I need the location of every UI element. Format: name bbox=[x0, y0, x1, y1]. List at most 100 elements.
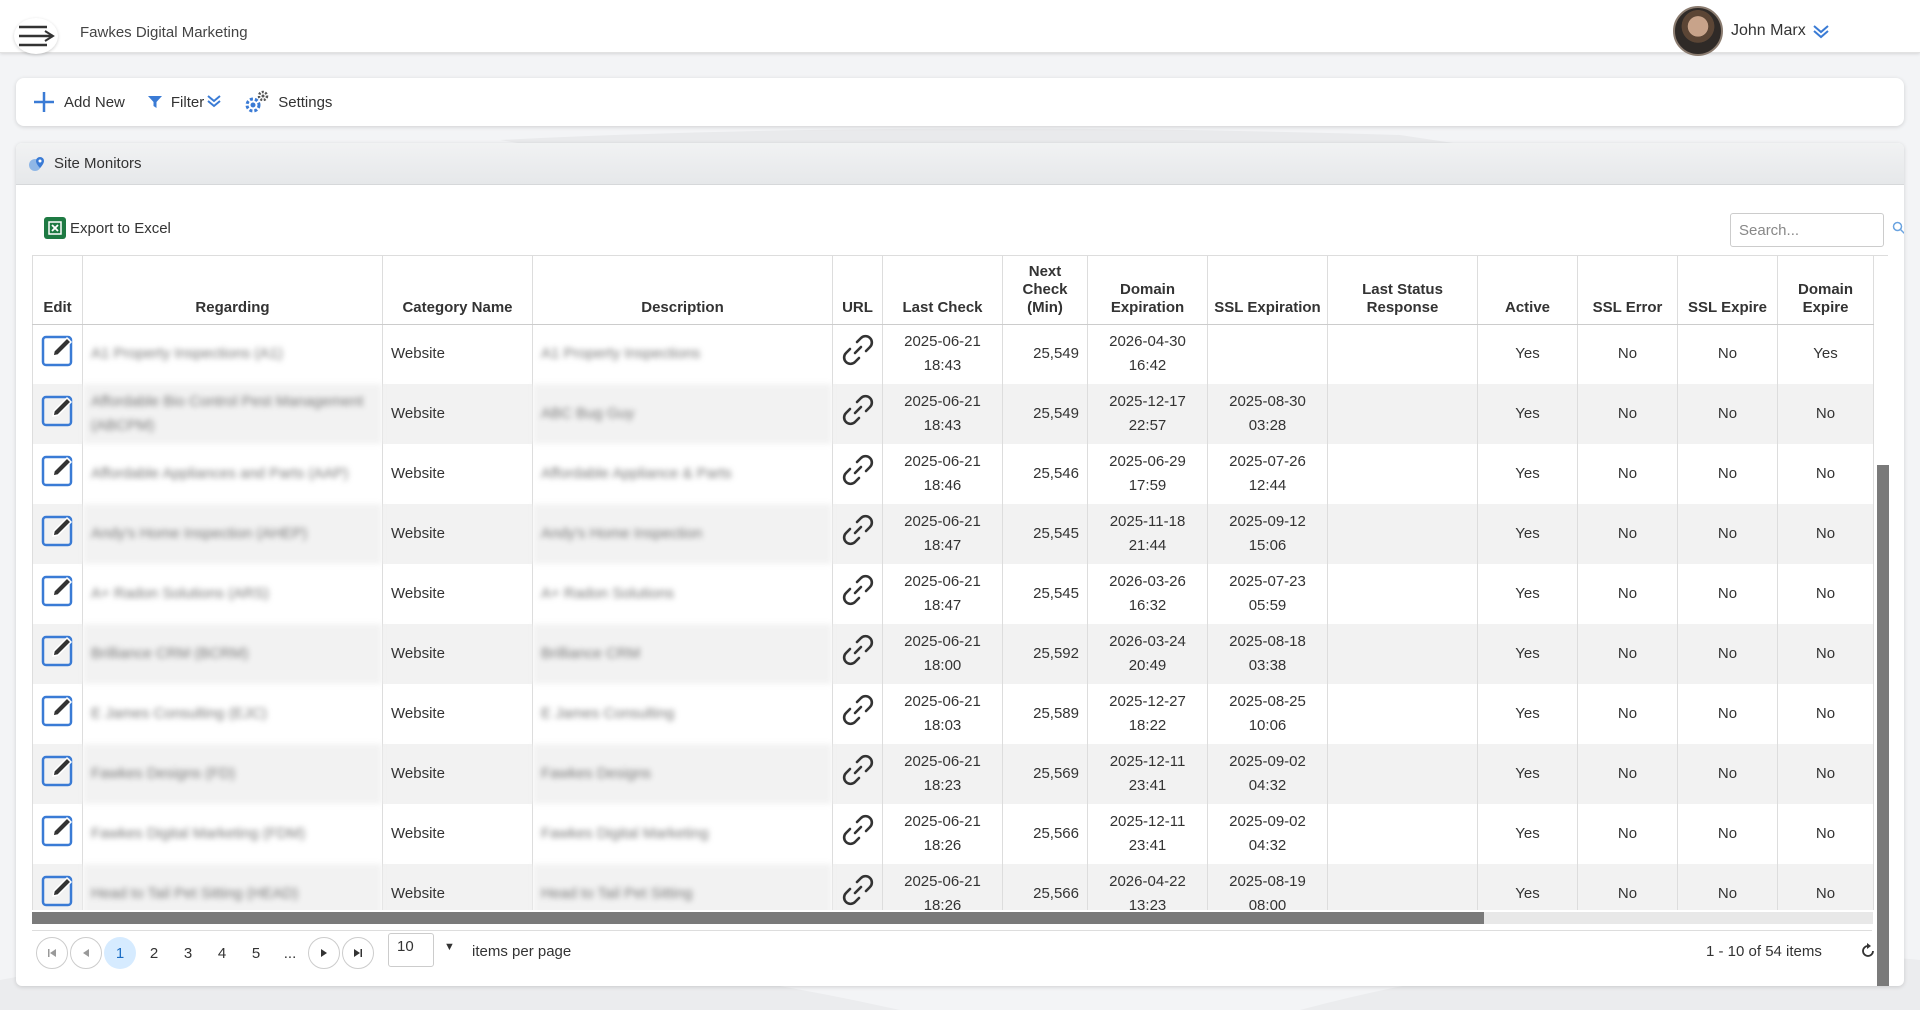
edit-icon[interactable] bbox=[40, 332, 76, 368]
ssl-expire-cell: No bbox=[1677, 504, 1778, 564]
description-cell: E James Consulting bbox=[532, 684, 833, 744]
add-new-button[interactable]: Add New bbox=[32, 90, 125, 114]
domain-expire-cell: No bbox=[1777, 684, 1874, 744]
column-header[interactable]: Last Check bbox=[882, 256, 1003, 325]
link-icon[interactable] bbox=[840, 812, 876, 848]
site-monitors-panel: Site Monitors Export to Excel Search... … bbox=[16, 143, 1904, 986]
regarding-cell: Affordable Bio Control Pest Management (… bbox=[82, 384, 383, 444]
table-row[interactable]: A+ Radon Solutions (ARS) Website A+ Rado… bbox=[32, 564, 1874, 624]
url-cell bbox=[832, 624, 883, 684]
vertical-scrollbar[interactable] bbox=[1877, 465, 1889, 986]
page-number[interactable]: 4 bbox=[206, 937, 238, 969]
edit-icon[interactable] bbox=[40, 512, 76, 548]
table-row[interactable]: Brilliance CRM (BCRM) Website Brilliance… bbox=[32, 624, 1874, 684]
ssl-error-cell: No bbox=[1577, 504, 1678, 564]
active-cell: Yes bbox=[1477, 684, 1578, 744]
page-number[interactable]: 2 bbox=[138, 937, 170, 969]
column-header[interactable]: Edit bbox=[32, 256, 83, 325]
ssl-error-cell: No bbox=[1577, 804, 1678, 864]
description-cell: Affordable Appliance & Parts bbox=[532, 444, 833, 504]
settings-button[interactable]: Settings bbox=[244, 90, 332, 114]
link-icon[interactable] bbox=[840, 512, 876, 548]
edit-icon[interactable] bbox=[40, 812, 76, 848]
table-row[interactable]: Andy's Home Inspection (AHEP) Website An… bbox=[32, 504, 1874, 564]
chevron-down-icon[interactable] bbox=[1812, 24, 1830, 40]
last-page-button[interactable] bbox=[342, 937, 374, 969]
edit-icon[interactable] bbox=[40, 392, 76, 428]
column-header[interactable]: SSL Error bbox=[1577, 256, 1678, 325]
column-header[interactable]: Active bbox=[1477, 256, 1578, 325]
previous-page-button[interactable] bbox=[70, 937, 102, 969]
link-icon[interactable] bbox=[840, 752, 876, 788]
table-row[interactable]: Head to Tail Pet Sitting (HEAD) Website … bbox=[32, 864, 1874, 910]
table-body: A1 Property Inspections (A1) Website A1 … bbox=[32, 324, 1874, 910]
regarding-cell: A1 Property Inspections (A1) bbox=[82, 324, 383, 384]
status-response-cell bbox=[1327, 864, 1478, 910]
link-icon[interactable] bbox=[840, 332, 876, 368]
search-icon[interactable] bbox=[1892, 221, 1904, 235]
last-check-cell: 2025-06-21 18:47 bbox=[882, 504, 1003, 564]
page-number[interactable]: 1 bbox=[104, 937, 136, 969]
filter-button[interactable]: Filter bbox=[147, 94, 222, 111]
edit-icon[interactable] bbox=[40, 572, 76, 608]
column-header[interactable]: Last Status Response bbox=[1327, 256, 1478, 325]
column-header[interactable]: Domain Expire bbox=[1777, 256, 1874, 325]
page-number[interactable]: 3 bbox=[172, 937, 204, 969]
edit-cell bbox=[32, 864, 83, 910]
link-icon[interactable] bbox=[840, 872, 876, 908]
column-header[interactable]: Regarding bbox=[82, 256, 383, 325]
table-row[interactable]: Affordable Bio Control Pest Management (… bbox=[32, 384, 1874, 444]
link-icon[interactable] bbox=[840, 572, 876, 608]
edit-icon[interactable] bbox=[40, 872, 76, 908]
table-row[interactable]: Fawkes Digital Marketing (FDM) Website F… bbox=[32, 804, 1874, 864]
link-icon[interactable] bbox=[840, 452, 876, 488]
first-page-button[interactable] bbox=[36, 937, 68, 969]
table-row[interactable]: E James Consulting (EJC) Website E James… bbox=[32, 684, 1874, 744]
active-cell: Yes bbox=[1477, 564, 1578, 624]
user-name[interactable]: John Marx bbox=[1731, 22, 1806, 40]
column-header[interactable]: SSL Expire bbox=[1677, 256, 1778, 325]
next-check-cell: 25,592 bbox=[1002, 624, 1088, 684]
table-row[interactable]: A1 Property Inspections (A1) Website A1 … bbox=[32, 324, 1874, 384]
search-input[interactable] bbox=[1730, 213, 1884, 247]
next-page-button[interactable] bbox=[308, 937, 340, 969]
regarding-cell: Head to Tail Pet Sitting (HEAD) bbox=[82, 864, 383, 910]
column-header[interactable]: SSL Expiration bbox=[1207, 256, 1328, 325]
ssl-error-cell: No bbox=[1577, 684, 1678, 744]
column-header[interactable]: Category Name bbox=[382, 256, 533, 325]
ssl-expiration-cell: 2025-09-02 04:32 bbox=[1207, 804, 1328, 864]
edit-icon[interactable] bbox=[40, 692, 76, 728]
panel-title: Site Monitors bbox=[54, 155, 142, 172]
edit-cell bbox=[32, 624, 83, 684]
edit-cell bbox=[32, 444, 83, 504]
edit-icon[interactable] bbox=[40, 452, 76, 488]
refresh-icon[interactable] bbox=[1860, 943, 1876, 959]
ssl-expiration-cell: 2025-08-30 03:28 bbox=[1207, 384, 1328, 444]
edit-cell bbox=[32, 804, 83, 864]
user-menu[interactable]: John Marx bbox=[1673, 6, 1830, 56]
menu-button[interactable] bbox=[14, 18, 58, 54]
link-icon[interactable] bbox=[840, 632, 876, 668]
link-icon[interactable] bbox=[840, 392, 876, 428]
page-ellipsis[interactable]: ... bbox=[274, 937, 306, 969]
column-header[interactable]: URL bbox=[832, 256, 883, 325]
horizontal-scrollbar[interactable] bbox=[32, 912, 1484, 924]
column-header[interactable]: Domain Expiration bbox=[1087, 256, 1208, 325]
column-header[interactable]: Description bbox=[532, 256, 833, 325]
avatar[interactable] bbox=[1673, 6, 1723, 56]
ssl-error-cell: No bbox=[1577, 444, 1678, 504]
table-row[interactable]: Fawkes Designs (FD) Website Fawkes Desig… bbox=[32, 744, 1874, 804]
export-excel-button[interactable]: Export to Excel bbox=[44, 217, 171, 239]
status-response-cell bbox=[1327, 624, 1478, 684]
edit-icon[interactable] bbox=[40, 632, 76, 668]
column-header[interactable]: Next Check (Min) bbox=[1002, 256, 1088, 325]
table-row[interactable]: Affordable Appliances and Parts (AAP) We… bbox=[32, 444, 1874, 504]
page-number[interactable]: 5 bbox=[240, 937, 272, 969]
per-page-select[interactable]: 10 bbox=[388, 933, 434, 967]
link-icon[interactable] bbox=[840, 692, 876, 728]
regarding-cell: Fawkes Designs (FD) bbox=[82, 744, 383, 804]
edit-cell bbox=[32, 384, 83, 444]
gear-icon bbox=[245, 90, 269, 113]
edit-icon[interactable] bbox=[40, 752, 76, 788]
dropdown-arrow-icon[interactable]: ▼ bbox=[444, 941, 455, 953]
